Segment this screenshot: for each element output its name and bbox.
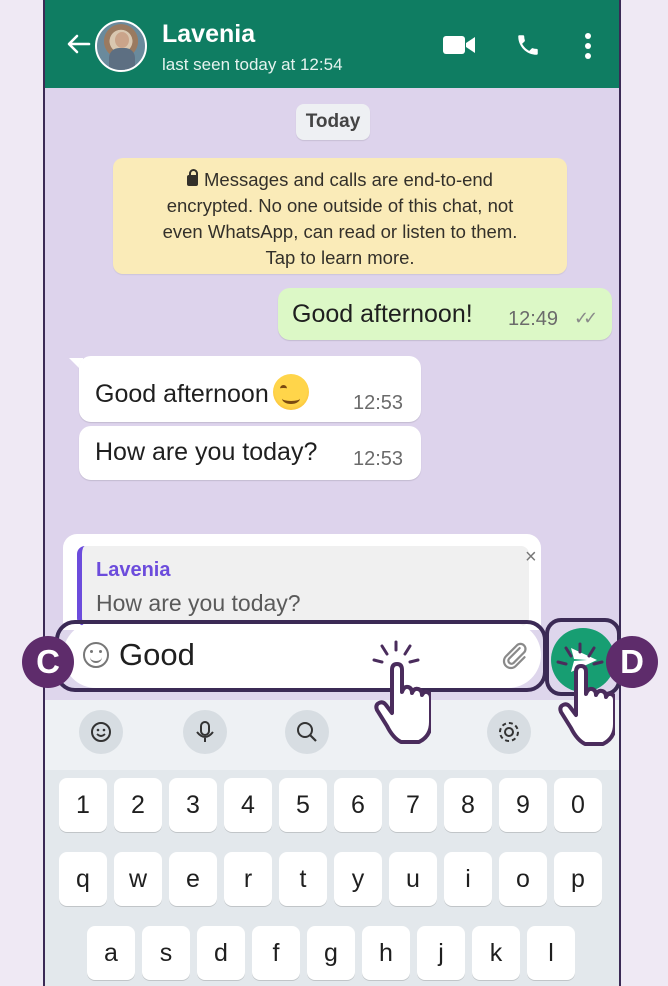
key-t[interactable]: t: [279, 852, 327, 906]
settings-icon[interactable]: [487, 710, 531, 754]
message-input-value[interactable]: Good: [119, 637, 195, 673]
key-3[interactable]: 3: [169, 778, 217, 832]
quoted-text: How are you today?: [96, 590, 301, 616]
tap-gesture-icon: [372, 640, 431, 744]
key-w[interactable]: w: [114, 852, 162, 906]
key-u[interactable]: u: [389, 852, 437, 906]
attach-icon[interactable]: [499, 640, 529, 670]
outgoing-message[interactable]: Good afternoon! 12:49 ✓✓: [278, 288, 612, 340]
key-y[interactable]: y: [334, 852, 382, 906]
encryption-notice[interactable]: Messages and calls are end-to-end encryp…: [113, 158, 567, 274]
key-s[interactable]: s: [142, 926, 190, 980]
key-4[interactable]: 4: [224, 778, 272, 832]
quoted-sender: Lavenia: [96, 559, 171, 581]
key-9[interactable]: 9: [499, 778, 547, 832]
key-d[interactable]: d: [197, 926, 245, 980]
close-reply-icon[interactable]: ×: [525, 546, 537, 569]
message-text: How are you today?: [95, 438, 318, 466]
key-o[interactable]: o: [499, 852, 547, 906]
contact-name[interactable]: Lavenia: [162, 20, 255, 49]
smiling-face-emoji-icon: [272, 374, 309, 410]
message-time: 12:53: [353, 392, 404, 414]
video-call-icon[interactable]: [443, 34, 477, 56]
chat-header: Lavenia last seen today at 12:54: [45, 0, 619, 88]
keyboard-toolbar: [45, 700, 619, 770]
key-p[interactable]: p: [554, 852, 602, 906]
key-l[interactable]: l: [527, 926, 575, 980]
key-i[interactable]: i: [444, 852, 492, 906]
back-arrow-icon[interactable]: [65, 30, 93, 58]
incoming-message[interactable]: Good afternoon 12:53: [79, 356, 421, 422]
step-marker-c: C: [22, 636, 74, 688]
emoji-icon[interactable]: [79, 710, 123, 754]
message-time: 12:49: [508, 308, 559, 330]
mic-icon[interactable]: [183, 710, 227, 754]
step-marker-d: D: [606, 636, 658, 688]
double-check-icon: ✓✓: [574, 308, 598, 328]
key-7[interactable]: 7: [389, 778, 437, 832]
key-e[interactable]: e: [169, 852, 217, 906]
key-a[interactable]: a: [87, 926, 135, 980]
key-f[interactable]: f: [252, 926, 300, 980]
key-h[interactable]: h: [362, 926, 410, 980]
more-options-icon[interactable]: [583, 32, 593, 60]
reply-preview: Lavenia How are you today? ×: [63, 534, 541, 630]
voice-call-icon[interactable]: [515, 32, 541, 58]
emoji-picker-icon[interactable]: [83, 642, 109, 668]
key-6[interactable]: 6: [334, 778, 382, 832]
lock-icon: [187, 169, 198, 186]
key-5[interactable]: 5: [279, 778, 327, 832]
quoted-message[interactable]: Lavenia How are you today?: [77, 546, 529, 626]
message-time: 12:53: [353, 448, 404, 470]
key-j[interactable]: j: [417, 926, 465, 980]
date-chip: Today: [296, 104, 370, 140]
incoming-message[interactable]: How are you today? 12:53: [79, 426, 421, 480]
message-text: Good afternoon: [95, 380, 269, 408]
key-r[interactable]: r: [224, 852, 272, 906]
key-1[interactable]: 1: [59, 778, 107, 832]
avatar[interactable]: [95, 20, 147, 72]
key-q[interactable]: q: [59, 852, 107, 906]
phone-screen: Lavenia last seen today at 12:54 Today M…: [43, 0, 621, 986]
key-k[interactable]: k: [472, 926, 520, 980]
key-0[interactable]: 0: [554, 778, 602, 832]
key-g[interactable]: g: [307, 926, 355, 980]
last-seen-status: last seen today at 12:54: [162, 55, 343, 74]
search-icon[interactable]: [285, 710, 329, 754]
key-8[interactable]: 8: [444, 778, 492, 832]
message-text: Good afternoon!: [292, 300, 473, 328]
key-2[interactable]: 2: [114, 778, 162, 832]
